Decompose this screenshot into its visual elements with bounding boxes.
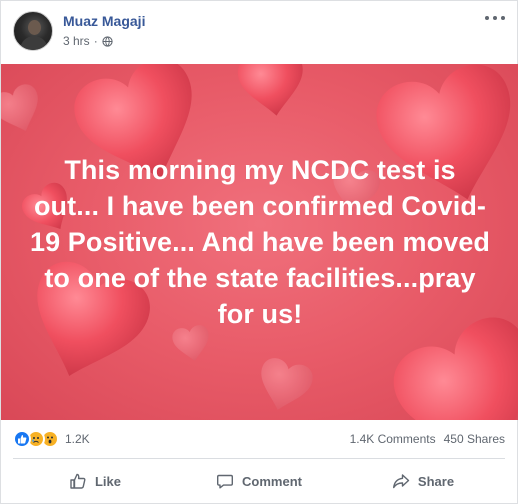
reaction-summary[interactable] — [13, 430, 59, 448]
facebook-post: Muaz Magaji 3 hrs · This morning my NCDC… — [0, 0, 518, 504]
action-bar: Like Comment Share — [13, 459, 505, 503]
comment-button[interactable]: Comment — [177, 465, 341, 497]
share-button[interactable]: Share — [341, 465, 505, 497]
post-background: This morning my NCDC test is out... I ha… — [1, 64, 518, 420]
like-button[interactable]: Like — [13, 465, 177, 497]
shares-count[interactable]: 450 Shares — [444, 432, 505, 446]
post-stats: 1.2K 1.4K Comments 450 Shares — [1, 421, 517, 457]
reaction-count[interactable]: 1.2K — [65, 432, 90, 446]
like-label: Like — [94, 473, 121, 489]
globe-icon[interactable] — [102, 35, 113, 47]
thumbs-up-icon — [70, 473, 86, 489]
avatar-head — [28, 20, 41, 35]
share-arrow-icon — [392, 474, 410, 489]
comments-count[interactable]: 1.4K Comments — [350, 432, 436, 446]
post-meta: 3 hrs · — [63, 34, 113, 48]
comment-label: Comment — [242, 473, 302, 489]
post-time[interactable]: 3 hrs — [63, 34, 90, 48]
like-icon — [13, 430, 31, 448]
meta-separator: · — [93, 34, 98, 48]
more-options-icon[interactable] — [485, 11, 505, 25]
share-label: Share — [417, 473, 455, 489]
engagement-counts: 1.4K Comments 450 Shares — [350, 432, 505, 446]
avatar-shoulders — [20, 36, 48, 50]
post-header: Muaz Magaji 3 hrs · — [1, 1, 517, 63]
comment-icon — [217, 474, 234, 489]
avatar[interactable] — [13, 11, 53, 51]
post-text: This morning my NCDC test is out... I ha… — [29, 155, 491, 329]
author-name[interactable]: Muaz Magaji — [63, 13, 145, 29]
